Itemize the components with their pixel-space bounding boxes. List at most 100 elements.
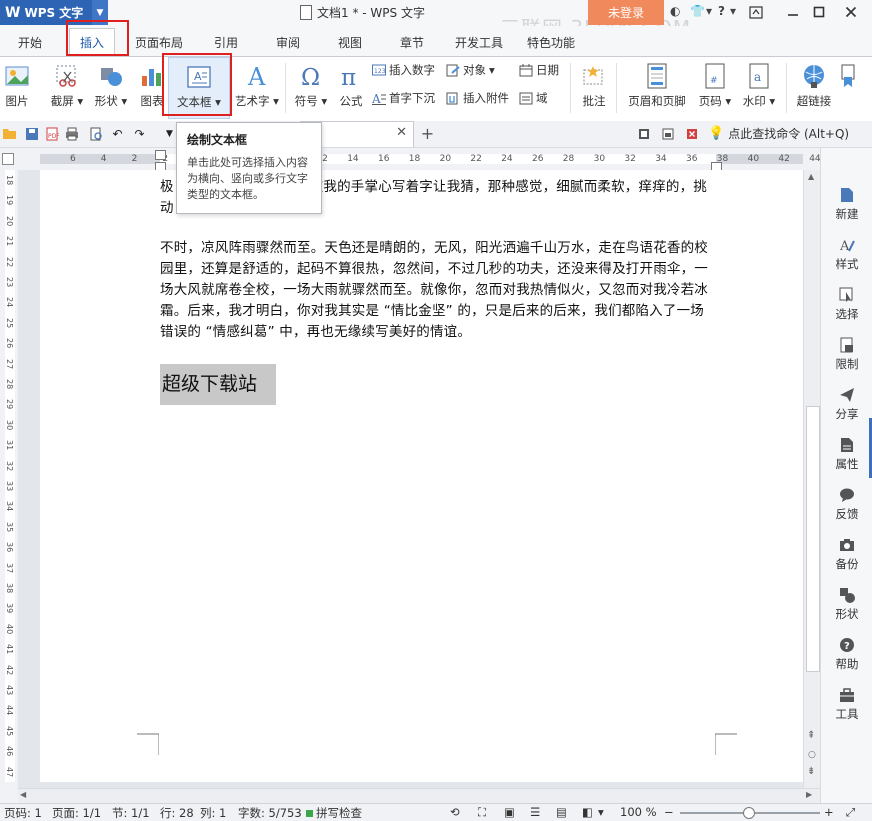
wps-logo-icon: W: [5, 4, 21, 21]
styles-icon: A: [838, 236, 856, 254]
document-heading[interactable]: 超级下载站: [160, 364, 276, 405]
open-folder-icon[interactable]: [2, 126, 17, 141]
comment-button[interactable]: 批注: [574, 57, 614, 119]
print-preview-icon[interactable]: [88, 126, 103, 141]
reading-mode-dropdown-icon[interactable]: ▾: [598, 805, 604, 819]
help-dropdown-icon[interactable]: ▾: [730, 4, 736, 18]
page-view-icon[interactable]: ▣: [504, 805, 515, 819]
shirt-icon[interactable]: 👕: [690, 4, 705, 18]
wordart-button[interactable]: A 艺术字 ▾: [234, 57, 280, 119]
zoom-out-icon[interactable]: −: [664, 805, 674, 819]
tab-chapter[interactable]: 章节: [400, 34, 424, 51]
vertical-ruler-number: 32: [5, 460, 14, 471]
skin-icon[interactable]: ◐: [670, 4, 680, 18]
restore-layout-button[interactable]: [745, 2, 767, 22]
undo-icon[interactable]: ↶: [110, 126, 125, 141]
tab-special-features[interactable]: 特色功能: [527, 34, 575, 51]
drop-cap-button[interactable]: A 首字下沉: [372, 89, 435, 107]
scroll-up-icon[interactable]: ▲: [808, 172, 814, 181]
sidebar-item-backup[interactable]: 备份: [821, 536, 872, 572]
scroll-left-icon[interactable]: ◀: [20, 790, 26, 799]
field-button[interactable]: 域: [519, 89, 548, 107]
page-number-button[interactable]: # 页码 ▾: [694, 57, 736, 119]
tab-stop-selector[interactable]: [2, 153, 14, 165]
sidebar-item-new[interactable]: 新建: [821, 186, 872, 222]
symbol-button[interactable]: Ω 符号 ▾: [290, 57, 332, 119]
date-button[interactable]: 日期: [519, 61, 559, 79]
dropdown-icon[interactable]: ▾: [706, 4, 712, 18]
tab-page-layout[interactable]: 页面布局: [135, 34, 183, 51]
insert-number-button[interactable]: 123 插入数字: [372, 61, 435, 79]
textbox-highlight: [162, 53, 232, 116]
sidebar-item-help[interactable]: ? 帮助: [821, 636, 872, 672]
close-document-tab-icon[interactable]: ✕: [396, 125, 407, 140]
tab-view[interactable]: 视图: [338, 34, 362, 51]
zoom-in-icon[interactable]: +: [824, 805, 834, 819]
status-word-count[interactable]: 字数: 5/753: [238, 805, 302, 821]
login-button[interactable]: 未登录: [588, 0, 664, 25]
vertical-ruler[interactable]: 18 19 20 21 22 23 24 25 26 27 28 29 30 31 32 33 34 35 36 37…: [0, 170, 18, 788]
sidebar-item-styles[interactable]: A 样式: [821, 236, 872, 272]
document-paragraph-2[interactable]: 不时，凉风阵雨骤然而至。天色还是晴朗的，无风，阳光洒遍千山万水，走在鸟语花香的校…: [160, 238, 716, 343]
maximize-icon: [813, 6, 825, 18]
insert-attachment-button[interactable]: 插入附件: [446, 89, 509, 107]
tab-window-icon[interactable]: [660, 126, 675, 141]
svg-text:123: 123: [374, 68, 386, 75]
zoom-level[interactable]: 100 %: [620, 805, 657, 819]
outline-view-icon[interactable]: ☰: [530, 805, 540, 819]
sidebar-item-select[interactable]: 选择: [821, 286, 872, 322]
ruler-number: 24: [501, 154, 513, 164]
close-button[interactable]: [840, 2, 862, 22]
vertical-ruler-number: 28: [5, 379, 14, 390]
close-tab-icon[interactable]: [684, 126, 699, 141]
save-icon[interactable]: [24, 126, 39, 141]
watermark-button[interactable]: a 水印 ▾: [738, 57, 780, 119]
next-page-icon[interactable]: ⇟: [807, 766, 815, 777]
reading-mode-icon[interactable]: ◧: [582, 805, 593, 819]
object-button[interactable]: 对象 ▾: [446, 61, 495, 79]
zoom-slider-knob[interactable]: [743, 807, 755, 819]
horizontal-ruler[interactable]: 6422468101214161820222426283032343638404…: [0, 148, 851, 172]
history-icon[interactable]: ⟲: [450, 805, 460, 819]
scroll-right-icon[interactable]: ▶: [806, 790, 812, 799]
vertical-scrollbar[interactable]: ▲ ⇞ ○ ⇟: [803, 170, 821, 788]
previous-page-icon[interactable]: ⇞: [807, 730, 815, 741]
command-search[interactable]: 💡 点此查找命令 (Alt+Q): [708, 125, 849, 142]
first-line-indent-marker[interactable]: [155, 150, 166, 160]
maximize-button[interactable]: [808, 2, 830, 22]
tab-home[interactable]: 开始: [18, 34, 42, 51]
header-footer-button[interactable]: 页眉和页脚: [622, 57, 692, 119]
sidebar-item-shapes[interactable]: 形状: [821, 586, 872, 622]
sidebar-item-share[interactable]: 分享: [821, 386, 872, 422]
ruler-number: 36: [686, 154, 698, 164]
screenshot-button[interactable]: 截屏 ▾: [48, 57, 86, 119]
vertical-ruler-number: 40: [5, 623, 14, 634]
customize-toolbar-icon[interactable]: ▼: [162, 126, 177, 141]
vertical-scroll-thumb[interactable]: [806, 406, 820, 672]
shapes-button[interactable]: 形状 ▾: [92, 57, 130, 119]
hyperlink-button[interactable]: 超链接: [792, 57, 836, 119]
minimize-button[interactable]: [782, 2, 804, 22]
sidebar-item-restrict[interactable]: 限制: [821, 336, 872, 372]
tab-list-icon[interactable]: [636, 126, 651, 141]
help-icon[interactable]: ?: [718, 4, 725, 18]
spellcheck-toggle[interactable]: 拼写检查: [306, 805, 362, 821]
new-tab-icon[interactable]: +: [420, 124, 435, 143]
web-view-icon[interactable]: ▤: [556, 805, 567, 819]
select-browse-object-icon[interactable]: ○: [808, 750, 816, 760]
formula-button[interactable]: π 公式: [336, 57, 366, 119]
sidebar-item-feedback[interactable]: 反馈: [821, 486, 872, 522]
full-screen-icon[interactable]: ⛶: [478, 805, 486, 820]
print-icon[interactable]: [64, 126, 79, 141]
redo-icon[interactable]: ↷: [132, 126, 147, 141]
tab-developer[interactable]: 开发工具: [455, 34, 503, 51]
sidebar-item-tools[interactable]: 工具: [821, 686, 872, 722]
fit-window-icon[interactable]: ⤢: [846, 805, 855, 820]
picture-button[interactable]: 图片: [0, 57, 42, 119]
tab-review[interactable]: 审阅: [276, 34, 300, 51]
bookmark-button[interactable]: [838, 57, 858, 119]
tab-references[interactable]: 引用: [214, 34, 238, 51]
sidebar-item-properties[interactable]: 属性: [821, 436, 872, 472]
horizontal-scrollbar[interactable]: ◀ ▶: [18, 788, 820, 803]
export-pdf-icon[interactable]: PDF: [44, 126, 59, 141]
